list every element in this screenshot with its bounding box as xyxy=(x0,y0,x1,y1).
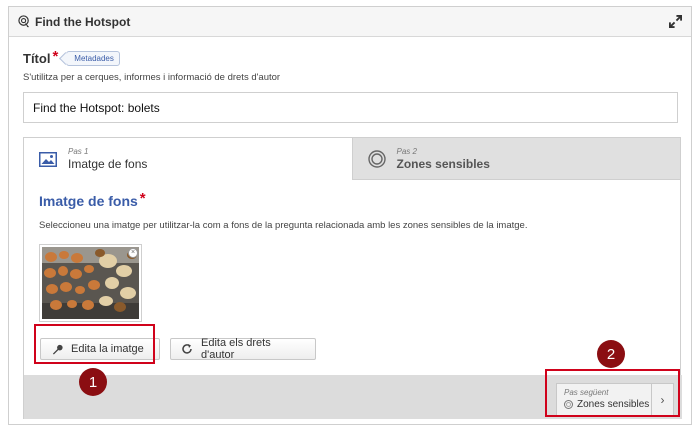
edit-copyright-label: Edita els drets d'autor xyxy=(201,337,271,361)
annotation-badge-2: 2 xyxy=(597,340,625,368)
title-input[interactable] xyxy=(23,92,678,123)
tab-step-label: Pas 2 xyxy=(396,146,417,156)
panel-header: Find the Hotspot xyxy=(9,7,691,37)
tab-background-image[interactable]: Pas 1 Imatge de fons xyxy=(24,138,352,180)
next-step-label: Zones sensibles xyxy=(577,399,650,410)
next-step-text: Pas següent Zones sensibles xyxy=(557,384,651,416)
tab-step-label: Pas 1 xyxy=(68,147,89,156)
tab-label: Zones sensibles xyxy=(396,156,490,171)
wizard-container: Pas 1 Imatge de fons Pas 2 Zones sensibl… xyxy=(23,137,682,419)
edit-image-label: Edita la imatge xyxy=(71,343,144,355)
background-image-thumbnail[interactable]: × xyxy=(39,244,142,322)
remove-image-icon[interactable]: × xyxy=(128,248,138,258)
wrench-icon xyxy=(51,343,63,355)
edit-image-button[interactable]: Edita la imatge xyxy=(40,338,160,360)
background-required-mark: * xyxy=(139,190,146,207)
title-field-label-row: Títol * Metadades xyxy=(23,48,120,67)
expand-icon[interactable] xyxy=(667,14,683,30)
target-icon xyxy=(564,400,573,409)
title-label: Títol xyxy=(23,51,51,66)
edit-copyright-button[interactable]: Edita els drets d'autor xyxy=(170,337,316,361)
panel-title: Find the Hotspot xyxy=(35,14,131,29)
refresh-icon xyxy=(181,343,193,355)
background-section-title: Imatge de fons xyxy=(39,192,138,209)
background-section-description: Seleccioneu una imatge per utilitzar-la … xyxy=(39,220,528,231)
next-step-caption: Pas següent xyxy=(564,388,609,397)
annotation-badge-1: 1 xyxy=(79,368,107,396)
target-icon xyxy=(367,149,387,169)
mushroom-photo xyxy=(42,247,139,319)
tab-hotspots[interactable]: Pas 2 Zones sensibles xyxy=(351,138,680,180)
background-section-title-row: Imatge de fons * xyxy=(39,190,146,209)
chevron-right-icon: › xyxy=(651,384,673,416)
title-required-mark: * xyxy=(52,48,59,65)
tab-label: Imatge de fons xyxy=(68,157,148,171)
image-icon xyxy=(38,149,58,169)
wizard-tabs: Pas 1 Imatge de fons Pas 2 Zones sensibl… xyxy=(24,138,680,180)
next-step-button[interactable]: Pas següent Zones sensibles › xyxy=(556,383,674,417)
title-field-description: S'utilitza per a cerques, informes i inf… xyxy=(23,72,281,83)
metadata-button[interactable]: Metadades xyxy=(66,51,120,66)
wizard-footer: Pas següent Zones sensibles › xyxy=(24,375,682,419)
hotspot-icon xyxy=(17,15,31,29)
next-step-label-row: Zones sensibles xyxy=(564,398,651,411)
